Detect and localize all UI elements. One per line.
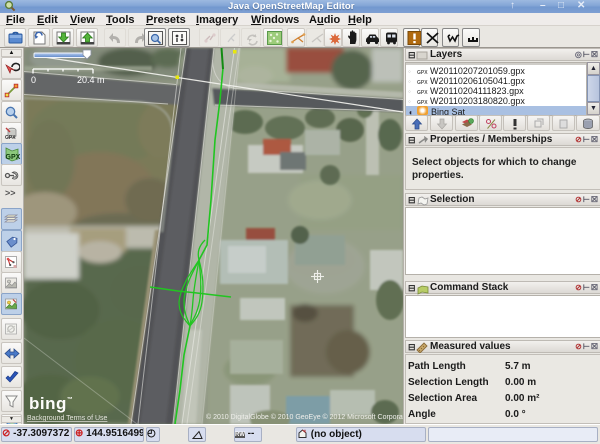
svg-text:© 2010 DigitalGlobe © 2010 Geo: © 2010 DigitalGlobe © 2010 GeoEye © 2012… — [206, 413, 403, 421]
svg-text:bing™: bing™ — [29, 394, 73, 413]
svg-text:20.4 m: 20.4 m — [77, 75, 105, 85]
svg-text:GPX: GPX — [6, 154, 21, 161]
svg-text:GPX: GPX — [5, 135, 16, 141]
svg-text:Background Terms of Use: Background Terms of Use — [27, 415, 108, 422]
svg-text:0: 0 — [31, 75, 36, 85]
